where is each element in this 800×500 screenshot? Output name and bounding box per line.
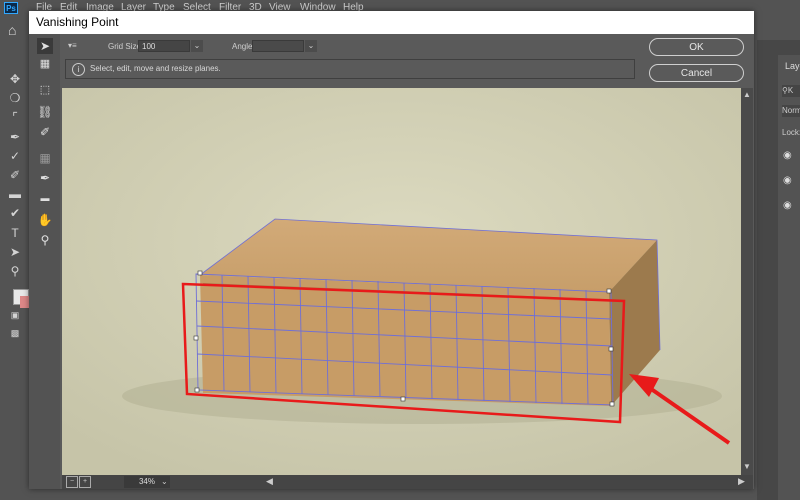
cancel-button[interactable]: Cancel <box>649 64 744 82</box>
edit-plane-tool-icon[interactable]: ➤ <box>37 38 53 54</box>
tool-options-menu-icon[interactable]: ▾≡ <box>68 41 77 50</box>
status-bar: − + 34% ⌄ ◀ ▶ <box>62 475 753 489</box>
brush-icon[interactable]: ✐ <box>8 168 22 182</box>
info-icon: i <box>72 63 85 76</box>
measure-tool-icon[interactable]: ▬ <box>37 190 53 206</box>
angle-input[interactable] <box>252 40 304 52</box>
transform-tool-icon[interactable]: ▦ <box>37 150 53 166</box>
layer-filter-search-icon[interactable]: ⚲K <box>782 85 800 97</box>
angle-dropdown-icon[interactable]: ⌄ <box>305 40 317 52</box>
zoom-tool-icon[interactable]: ⚲ <box>37 232 53 248</box>
scroll-down-icon[interactable]: ▼ <box>743 462 751 471</box>
screen-mode-icon[interactable]: ▩ <box>8 326 22 340</box>
eyedropper-icon[interactable]: ✒ <box>8 130 22 144</box>
info-bar: i Select, edit, move and resize planes. <box>65 59 635 79</box>
lock-label: Lock: <box>782 128 800 137</box>
hand-tool-icon[interactable]: ✋ <box>37 212 53 228</box>
lasso-tool-icon[interactable]: ❍ <box>8 91 22 105</box>
create-plane-tool-icon[interactable]: ▦ <box>37 56 53 72</box>
healing-brush-icon[interactable]: ✓ <box>8 149 22 163</box>
layer-visibility-eye-icon[interactable]: ◉ <box>783 175 792 186</box>
marquee-tool-icon[interactable]: ⬚ <box>37 82 53 98</box>
move-tool-icon[interactable]: ✥ <box>8 72 22 86</box>
vertical-scrollbar[interactable]: ▲ ▼ <box>741 88 753 475</box>
photoshop-toolbar: ✥ ❍ ⌜ ✒ ✓ ✐ ▬ ✔ T ➤ ⚲ ▣ ▩ <box>0 60 30 500</box>
layer-visibility-eye-icon[interactable]: ◉ <box>783 200 792 211</box>
layer-visibility-eye-icon[interactable]: ◉ <box>783 150 792 161</box>
brush-tool-icon[interactable]: ✐ <box>37 124 53 140</box>
zoom-in-icon[interactable]: + <box>79 476 91 488</box>
zoom-out-icon[interactable]: − <box>66 476 78 488</box>
scroll-left-icon[interactable]: ◀ <box>266 476 273 487</box>
blend-mode-select[interactable]: Norm <box>782 105 800 117</box>
pen-tool-icon[interactable]: ✔ <box>8 206 22 220</box>
dialog-options-row: ▾≡ Grid Size: 100 ⌄ Angle: ⌄ <box>60 34 640 58</box>
quick-mask-icon[interactable]: ▣ <box>8 308 22 322</box>
vanishing-point-dialog: Vanishing Point ➤ ▦ ⬚ ⛓ ✐ ▦ ✒ ▬ ✋ ⚲ ▾≡ G… <box>29 11 754 489</box>
crop-tool-icon[interactable]: ⌜ <box>8 110 22 124</box>
ok-button[interactable]: OK <box>649 38 744 56</box>
scroll-right-icon[interactable]: ▶ <box>738 476 745 487</box>
scroll-up-icon[interactable]: ▲ <box>743 90 751 99</box>
grid-size-dropdown-icon[interactable]: ⌄ <box>191 40 203 52</box>
info-text: Select, edit, move and resize planes. <box>90 64 221 73</box>
preview-canvas[interactable] <box>62 88 741 475</box>
grid-size-input[interactable]: 100 <box>138 40 190 52</box>
zoom-dropdown-icon[interactable]: ⌄ <box>161 477 168 486</box>
dialog-toolbar: ➤ ▦ ⬚ ⛓ ✐ ▦ ✒ ▬ ✋ ⚲ <box>29 34 60 489</box>
type-tool-icon[interactable]: T <box>8 226 22 240</box>
dialog-titlebar[interactable]: Vanishing Point <box>29 11 754 34</box>
canvas-image <box>62 88 741 475</box>
zoom-icon[interactable]: ⚲ <box>8 264 22 278</box>
layers-panel-title[interactable]: Laye <box>785 61 800 71</box>
layers-panel: Laye ⚲K Norm Lock: ◉ ◉ ◉ <box>778 55 800 500</box>
eyedropper-tool-icon[interactable]: ✒ <box>37 170 53 186</box>
path-selection-icon[interactable]: ➤ <box>8 245 22 259</box>
photoshop-logo: Ps <box>4 2 18 14</box>
dialog-title: Vanishing Point <box>36 15 119 29</box>
stamp-tool-icon[interactable]: ⛓ <box>37 104 53 120</box>
eraser-icon[interactable]: ▬ <box>8 187 22 201</box>
home-icon[interactable]: ⌂ <box>8 22 24 38</box>
